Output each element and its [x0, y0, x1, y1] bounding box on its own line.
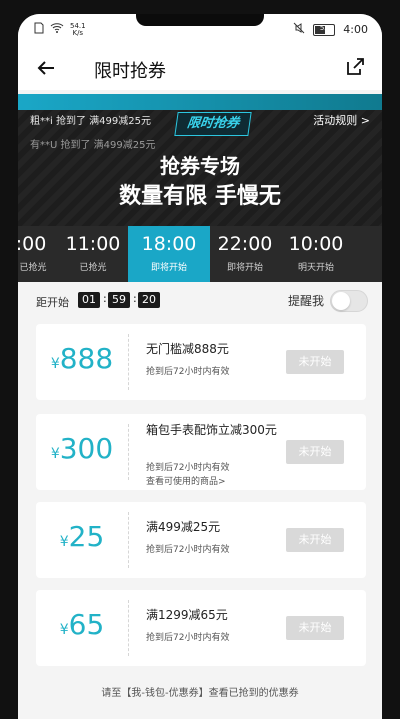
- tab-1800[interactable]: 18:00 即将开始: [128, 226, 210, 282]
- tab-state: 即将开始: [150, 263, 187, 273]
- tab-1100[interactable]: 11:00 已抢光: [58, 226, 128, 282]
- remind-label: 提醒我: [287, 294, 324, 308]
- tab-2200[interactable]: 22:00 即将开始: [210, 226, 280, 282]
- coupon-card: ¥300 箱包手表配饰立减300元 抢到后72小时内有效 查看可使用的商品> 未…: [36, 414, 366, 490]
- camera-notch: [136, 14, 264, 26]
- coupon-validity: 抢到后72小时内有效: [146, 367, 230, 377]
- coupon-card: ¥25 满499减25元 抢到后72小时内有效 未开始: [36, 502, 366, 578]
- tab-state: 已抢光: [19, 263, 47, 273]
- coupon-validity: 抢到后72小时内有效: [146, 633, 230, 643]
- tab-time: 22:00: [217, 233, 273, 255]
- rules-link[interactable]: 活动规则 >: [313, 112, 370, 128]
- coupon-value: 25: [68, 520, 105, 553]
- toggle-knob: [332, 292, 350, 310]
- coupon-status-button[interactable]: 未开始: [286, 350, 344, 374]
- banner-headline: 抢券专场: [160, 154, 240, 178]
- countdown-label: 距开始: [36, 296, 69, 309]
- share-icon[interactable]: [344, 56, 366, 78]
- tab-state: 即将开始: [226, 263, 263, 273]
- coupon-divider: [128, 512, 129, 568]
- coupon-validity: 抢到后72小时内有效: [146, 463, 230, 473]
- mute-icon: [293, 22, 305, 37]
- countdown-hours: 01: [78, 292, 100, 308]
- currency-symbol: ¥: [50, 356, 60, 372]
- tab-time: 11:00: [65, 233, 121, 255]
- wifi-icon: [50, 22, 64, 37]
- coupon-value: 65: [68, 608, 105, 641]
- promo-banner: 粗**i 抢到了 满499减25元 有**U 抢到了 满499减25元 限时抢券…: [18, 94, 382, 226]
- coupon-amount: ¥65: [36, 590, 128, 666]
- sim-icon: [34, 22, 44, 37]
- clock: 4:00: [343, 23, 368, 36]
- coupon-name: 无门槛减888元: [146, 342, 229, 356]
- banner-stripe: [18, 94, 382, 110]
- coupon-amount: ¥25: [36, 502, 128, 578]
- footer-note: 请至【我-钱包-优惠券】查看已抢到的优惠券: [101, 688, 299, 699]
- time-tabs: 0:00 已抢光 11:00 已抢光 18:00 即将开始 22:00 即将开始…: [18, 226, 382, 282]
- ticker-line-1: 粗**i 抢到了 满499减25元: [30, 116, 151, 127]
- coupon-divider: [128, 600, 129, 656]
- tab-state: 已抢光: [79, 263, 107, 273]
- colon: :: [133, 292, 137, 305]
- coupon-status-button[interactable]: 未开始: [286, 440, 344, 464]
- coupon-status-button[interactable]: 未开始: [286, 528, 344, 552]
- coupon-divider: [128, 334, 129, 390]
- coupon-divider: [128, 424, 129, 480]
- currency-symbol: ¥: [50, 446, 60, 462]
- currency-symbol: ¥: [59, 534, 69, 550]
- phone-frame: 54.1 K/s 53 4:00 限时抢券 粗**i 抢到了 满499减25元 …: [0, 0, 400, 719]
- ticker-line-2: 有**U 抢到了 满499减25元: [30, 140, 156, 151]
- coupon-amount: ¥300: [36, 414, 128, 490]
- countdown-seconds: 20: [138, 292, 160, 308]
- tab-1000-tomorrow[interactable]: 10:00 明天开始: [280, 226, 352, 282]
- applicable-items-link[interactable]: 查看可使用的商品>: [146, 474, 226, 487]
- colon: :: [103, 292, 107, 305]
- countdown-bar: 距开始 01 : 59 : 20 提醒我: [18, 282, 382, 320]
- tab-time: 10:00: [288, 233, 344, 255]
- coupon-name: 满499减25元: [146, 520, 221, 534]
- coupon-card: ¥888 无门槛减888元 抢到后72小时内有效 未开始: [36, 324, 366, 400]
- currency-symbol: ¥: [59, 622, 69, 638]
- back-arrow-icon[interactable]: [34, 56, 58, 80]
- screen: 54.1 K/s 53 4:00 限时抢券 粗**i 抢到了 满499减25元 …: [18, 14, 382, 719]
- coupon-value: 300: [59, 432, 114, 465]
- network-speed: 54.1 K/s: [70, 22, 86, 37]
- tab-state: 明天开始: [297, 263, 334, 273]
- app-bar: 限时抢券: [18, 46, 382, 90]
- coupon-name: 满1299减65元: [146, 608, 228, 622]
- banner-badge: 限时抢券: [174, 112, 252, 136]
- coupon-name: 箱包手表配饰立减300元: [146, 423, 277, 437]
- coupon-card: ¥65 满1299减65元 抢到后72小时内有效 未开始: [36, 590, 366, 666]
- coupon-validity: 抢到后72小时内有效: [146, 545, 230, 555]
- coupon-amount: ¥888: [36, 324, 128, 400]
- network-speed-unit: K/s: [72, 28, 84, 37]
- remind-toggle[interactable]: [330, 290, 368, 312]
- tab-0000[interactable]: 0:00 已抢光: [18, 226, 58, 282]
- battery-level: 53: [319, 23, 329, 32]
- battery-icon: 53: [313, 23, 336, 36]
- countdown-minutes: 59: [108, 292, 130, 308]
- banner-subheadline: 数量有限 手慢无: [119, 184, 281, 209]
- page-title: 限时抢券: [94, 61, 166, 82]
- coupon-value: 888: [59, 342, 114, 375]
- tab-time: 18:00: [141, 233, 197, 255]
- coupon-status-button[interactable]: 未开始: [286, 616, 344, 640]
- tab-time: 0:00: [18, 233, 47, 255]
